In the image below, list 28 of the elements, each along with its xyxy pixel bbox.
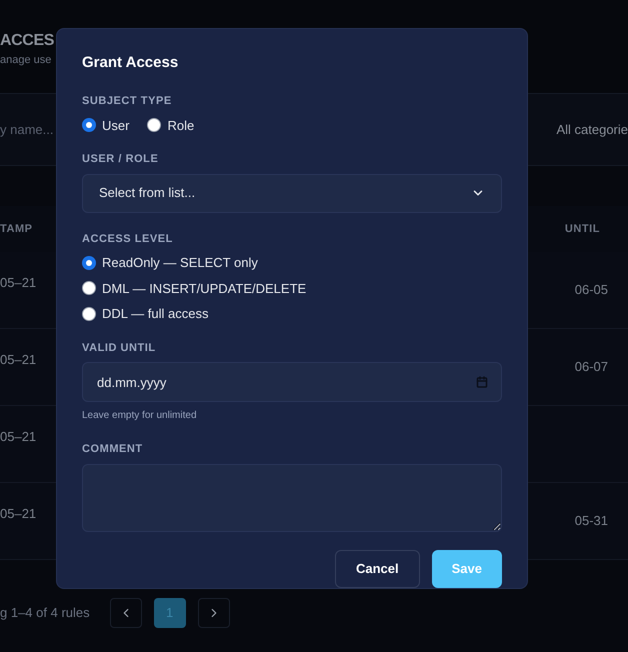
radio-label[interactable]: User xyxy=(102,116,130,135)
radio-label[interactable]: Role xyxy=(167,116,194,135)
user-role-select[interactable]: Select from list... xyxy=(82,174,502,213)
page-title: ACCES xyxy=(0,31,54,51)
field-hint: Leave empty for unlimited xyxy=(82,409,198,424)
table-cell-text: 05-31 xyxy=(574,512,608,530)
table-cell-text: 05–21 xyxy=(0,505,36,524)
radio-label[interactable]: ReadOnly — SELECT only xyxy=(102,253,258,273)
field-label: USER / ROLE xyxy=(82,152,160,167)
field-label: VALID UNTIL xyxy=(82,340,157,356)
column-header: UNTIL xyxy=(564,222,600,237)
dialog-title: Grant Access xyxy=(82,53,180,73)
table-cell-text: 05–21 xyxy=(0,274,36,292)
table-cell-text: 05–21 xyxy=(0,428,36,446)
page-subtitle: anage use xyxy=(0,53,52,68)
table-cell-text: 05–21 xyxy=(0,351,36,370)
cancel-button[interactable]: Cancel xyxy=(334,550,420,588)
category-filter[interactable]: All categorie xyxy=(556,120,628,140)
radio-label[interactable]: DML — INSERT/UPDATE/DELETE xyxy=(102,278,306,298)
field-label: COMMENT xyxy=(82,442,144,458)
column-header: TAMP xyxy=(0,222,33,237)
radio-label[interactable]: DDL — full access xyxy=(102,304,208,324)
field-label: SUBJECT TYPE xyxy=(82,94,173,109)
table-cell-text: 06-05 xyxy=(574,281,608,300)
pagination-summary: g 1–4 of 4 rules xyxy=(0,604,90,622)
table-cell-text: 06-07 xyxy=(574,358,608,376)
date-field[interactable]: dd.mm.yyyy xyxy=(82,362,502,402)
field-label: ACCESS LEVEL xyxy=(82,232,174,247)
